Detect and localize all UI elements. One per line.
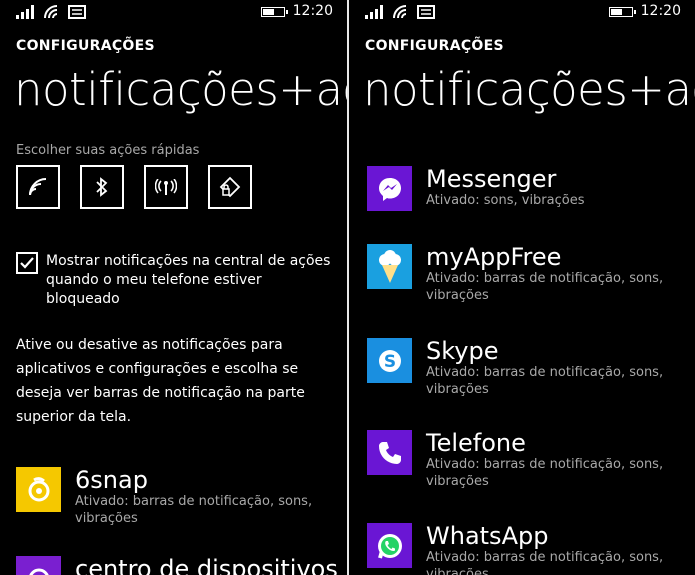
app-item-whatsapp[interactable]: WhatsApp Ativado: barras de notificação,… <box>367 523 666 575</box>
message-icon <box>417 5 435 19</box>
quick-action-mobile-data[interactable] <box>144 165 188 209</box>
phone-icon <box>367 430 412 475</box>
svg-text:S: S <box>383 352 395 372</box>
lockscreen-checkbox[interactable] <box>16 252 38 274</box>
checkmark-icon <box>20 257 34 269</box>
app-item-messenger[interactable]: Messenger Ativado: sons, vibrações <box>367 166 666 211</box>
clock: 12:20 <box>292 3 333 19</box>
signal-strength-icon <box>16 5 34 19</box>
battery-icon <box>261 7 288 17</box>
app-status: Ativado: barras de notificação, sons, vi… <box>426 457 664 489</box>
myappfree-icon <box>367 244 412 289</box>
quick-action-bluetooth[interactable] <box>80 165 124 209</box>
left-screen: 12:20 CONFIGURAÇÕES notificações+ações E… <box>0 0 347 575</box>
app-status: Ativado: barras de notificação, sons, vi… <box>426 271 664 303</box>
app-name: myAppFree <box>426 243 562 271</box>
app-name: Telefone <box>426 429 526 457</box>
app-name: Messenger <box>426 165 557 193</box>
app-name: Skype <box>426 337 499 365</box>
bluetooth-icon <box>96 177 108 197</box>
rotation-lock-icon <box>219 176 241 198</box>
status-bar: 12:20 <box>349 0 695 26</box>
app-name: centro de dispositivos <box>75 555 338 575</box>
clock: 12:20 <box>640 3 681 19</box>
whatsapp-icon <box>367 523 412 568</box>
wifi-icon <box>44 5 58 19</box>
page-title: notificações+ações <box>363 63 695 116</box>
messenger-icon <box>367 166 412 211</box>
app-status: Ativado: barras de notificação, sons, vi… <box>75 494 313 526</box>
app-item-centro-de-dispositivos[interactable]: centro de dispositivos <box>16 556 338 575</box>
wifi-icon <box>29 178 47 196</box>
app-item-6snap[interactable]: 6snap Ativado: barras de notificação, so… <box>16 467 315 527</box>
quick-action-rotation-lock[interactable] <box>208 165 252 209</box>
app-item-skype[interactable]: S Skype Ativado: barras de notificação, … <box>367 338 666 398</box>
lockscreen-notifications-option[interactable]: Mostrar notificações na central de ações… <box>16 252 331 309</box>
right-screen: 12:20 CONFIGURAÇÕES notificações+ações M… <box>349 0 695 575</box>
settings-kicker: CONFIGURAÇÕES <box>16 38 155 54</box>
app-name: WhatsApp <box>426 522 549 550</box>
app-status: Ativado: barras de notificação, sons, vi… <box>426 365 664 397</box>
quick-actions-row <box>16 165 252 209</box>
lockscreen-checkbox-label: Mostrar notificações na central de ações… <box>46 253 331 307</box>
skype-icon: S <box>367 338 412 383</box>
app-status: Ativado: barras de notificação, sons, vi… <box>426 550 664 575</box>
app-item-myappfree[interactable]: myAppFree Ativado: barras de notificação… <box>367 244 666 304</box>
settings-kicker: CONFIGURAÇÕES <box>365 38 504 54</box>
status-bar: 12:20 <box>0 0 347 26</box>
signal-strength-icon <box>365 5 383 19</box>
page-title: notificações+ações <box>14 63 347 116</box>
quick-action-wifi[interactable] <box>16 165 60 209</box>
device-center-icon <box>16 556 61 575</box>
app-item-telefone[interactable]: Telefone Ativado: barras de notificação,… <box>367 430 666 490</box>
notifications-description: Ative ou desative as notificações para a… <box>16 337 305 425</box>
app-name: 6snap <box>75 466 148 494</box>
message-icon <box>68 5 86 19</box>
6snap-icon <box>16 467 61 512</box>
app-status: Ativado: sons, vibrações <box>426 193 585 208</box>
battery-icon <box>609 7 636 17</box>
wifi-icon <box>393 5 407 19</box>
mobile-signal-icon <box>155 179 177 195</box>
quick-actions-label: Escolher suas ações rápidas <box>16 143 200 158</box>
